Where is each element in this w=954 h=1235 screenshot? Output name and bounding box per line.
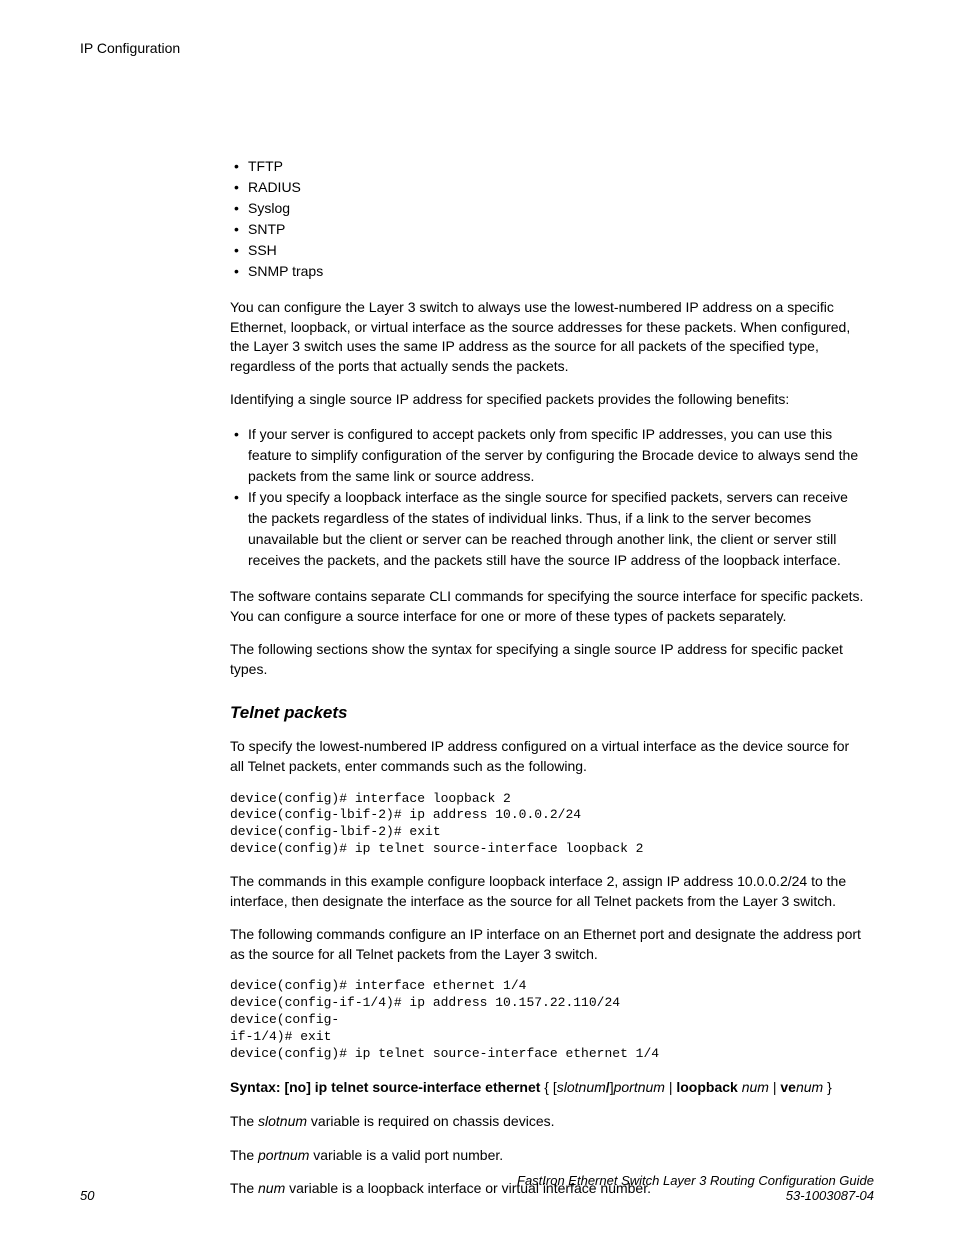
body-paragraph: Identifying a single source IP address f… — [230, 390, 864, 410]
text: The — [230, 1113, 258, 1129]
doc-number: 53-1003087-04 — [517, 1188, 874, 1203]
text: variable is a valid port number. — [309, 1147, 503, 1163]
section-heading-telnet: Telnet packets — [230, 703, 864, 723]
list-item: Syslog — [230, 198, 864, 219]
body-paragraph: The commands in this example configure l… — [230, 872, 864, 911]
syntax-text: } — [823, 1079, 832, 1095]
body-paragraph: To specify the lowest-numbered IP addres… — [230, 737, 864, 776]
list-item: RADIUS — [230, 177, 864, 198]
body-paragraph: The portnum variable is a valid port num… — [230, 1146, 864, 1166]
code-block: device(config)# interface ethernet 1/4 d… — [230, 978, 864, 1062]
text: The — [230, 1147, 258, 1163]
syntax-text: { [ — [540, 1079, 556, 1095]
main-content: TFTP RADIUS Syslog SNTP SSH SNMP traps Y… — [230, 156, 864, 1199]
list-item: SNTP — [230, 219, 864, 240]
protocol-list: TFTP RADIUS Syslog SNTP SSH SNMP traps — [230, 156, 864, 282]
var-name: portnum — [258, 1147, 309, 1163]
syntax-var: portnum — [614, 1079, 665, 1095]
syntax-var: slotnum — [557, 1079, 606, 1095]
var-name: slotnum — [258, 1113, 307, 1129]
body-paragraph: The slotnum variable is required on chas… — [230, 1112, 864, 1132]
list-item: If your server is configured to accept p… — [230, 424, 864, 487]
body-paragraph: You can configure the Layer 3 switch to … — [230, 298, 864, 376]
syntax-line: Syntax: [no] ip telnet source-interface … — [230, 1077, 864, 1098]
footer-right: FastIron Ethernet Switch Layer 3 Routing… — [517, 1173, 874, 1203]
syntax-text: | — [665, 1079, 676, 1095]
list-item: If you specify a loopback interface as t… — [230, 487, 864, 571]
list-item: SNMP traps — [230, 261, 864, 282]
guide-title: FastIron Ethernet Switch Layer 3 Routing… — [517, 1173, 874, 1188]
page-header: IP Configuration — [80, 40, 874, 56]
body-paragraph: The following sections show the syntax f… — [230, 640, 864, 679]
syntax-var: num — [796, 1079, 823, 1095]
benefits-list: If your server is configured to accept p… — [230, 424, 864, 571]
syntax-prefix: Syntax: [no] ip telnet source-interface … — [230, 1079, 540, 1095]
code-block: device(config)# interface loopback 2 dev… — [230, 791, 864, 859]
list-item: TFTP — [230, 156, 864, 177]
syntax-text: | — [769, 1079, 780, 1095]
list-item: SSH — [230, 240, 864, 261]
syntax-var: num — [742, 1079, 769, 1095]
page-number: 50 — [80, 1188, 94, 1203]
syntax-keyword: ve — [780, 1079, 796, 1095]
body-paragraph: The software contains separate CLI comma… — [230, 587, 864, 626]
text: variable is required on chassis devices. — [307, 1113, 554, 1129]
body-paragraph: The following commands configure an IP i… — [230, 925, 864, 964]
syntax-keyword: loopback — [676, 1079, 737, 1095]
page-footer: 50 FastIron Ethernet Switch Layer 3 Rout… — [80, 1173, 874, 1203]
